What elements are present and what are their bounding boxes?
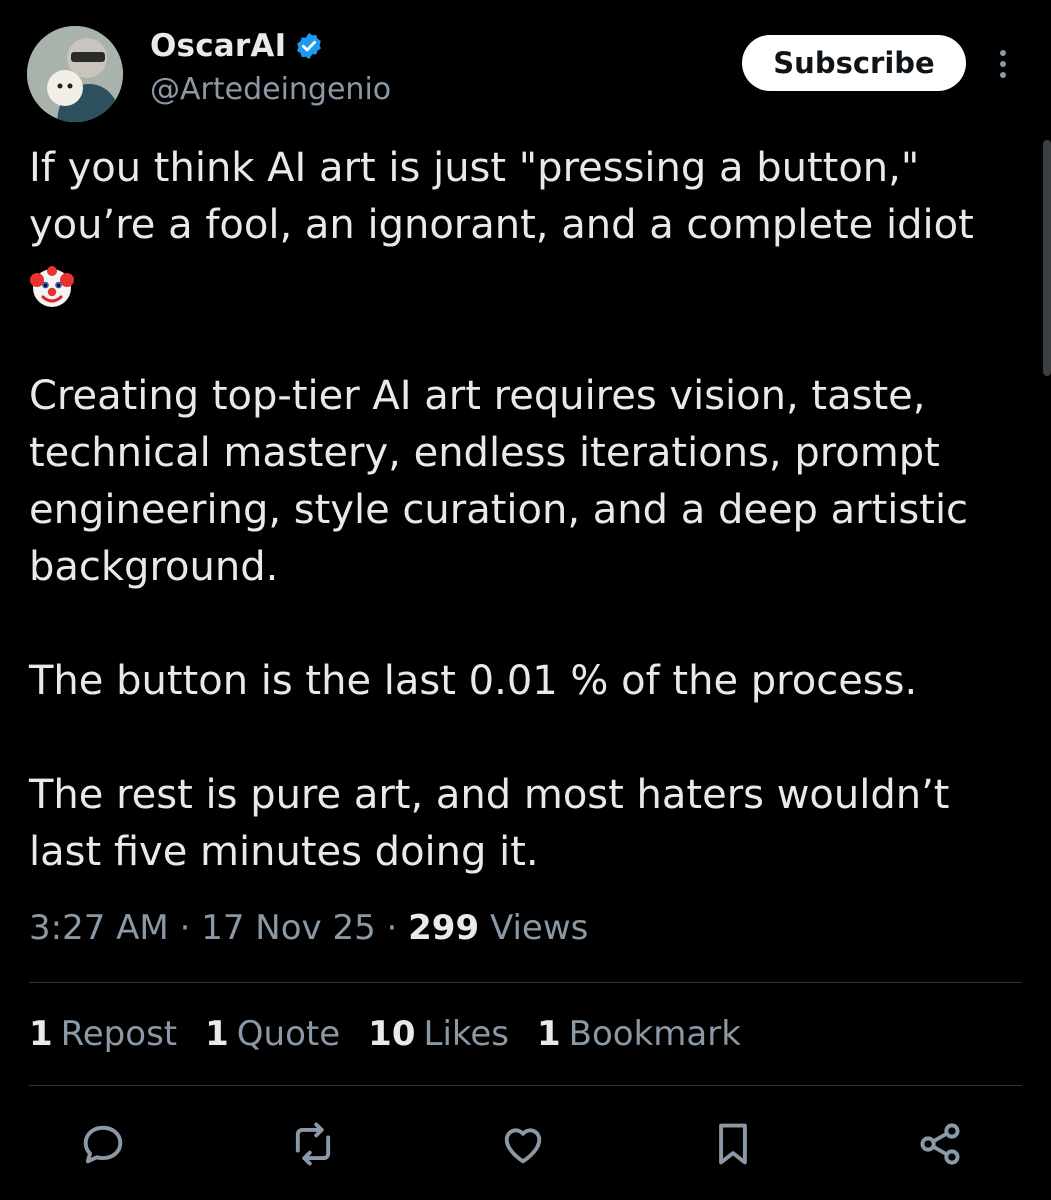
- tweet-text: If you think AI art is just "pressing a …: [29, 140, 1019, 881]
- likes-count: 10: [368, 1014, 416, 1054]
- views-label: Views: [489, 908, 589, 948]
- tweet-meta: 3:27 AM · 17 Nov 25 · 299 Views: [29, 908, 588, 948]
- engagement-stats: 1 Repost 1 Quote 10 Likes 1 Bookmark: [29, 1014, 769, 1054]
- action-bar: [0, 1112, 1051, 1172]
- handle[interactable]: @Artedeingenio: [150, 72, 391, 107]
- divider: [29, 1085, 1022, 1086]
- clown-face-icon: [30, 266, 74, 307]
- likes-stat[interactable]: 10 Likes: [368, 1014, 509, 1054]
- reposts-count: 1: [29, 1014, 53, 1054]
- subscribe-button[interactable]: Subscribe: [742, 35, 966, 91]
- quotes-count: 1: [205, 1014, 229, 1054]
- scrollbar[interactable]: [1043, 140, 1051, 376]
- divider: [29, 982, 1022, 983]
- views-count: 299: [408, 908, 480, 948]
- bookmarks-stat[interactable]: 1 Bookmark: [537, 1014, 741, 1054]
- bookmark-icon[interactable]: [707, 1118, 759, 1170]
- likes-label: Likes: [423, 1014, 510, 1054]
- tweet-line: If you think AI art is just "pressing a …: [29, 145, 920, 191]
- more-vertical-icon[interactable]: [992, 46, 1014, 82]
- avatar[interactable]: [27, 26, 123, 122]
- quotes-stat[interactable]: 1 Quote: [205, 1014, 340, 1054]
- tweet-header: OscarAI @Artedeingenio Subscribe: [0, 0, 1051, 130]
- like-icon[interactable]: [497, 1118, 549, 1170]
- name-row: OscarAI: [150, 28, 324, 64]
- timestamp-date[interactable]: 17 Nov 25: [201, 908, 376, 948]
- bookmarks-label: Bookmark: [568, 1014, 741, 1054]
- timestamp-time[interactable]: 3:27 AM: [29, 908, 169, 948]
- repost-icon[interactable]: [287, 1118, 339, 1170]
- share-icon[interactable]: [914, 1118, 966, 1170]
- quotes-label: Quote: [236, 1014, 341, 1054]
- separator: ·: [179, 908, 191, 948]
- tweet-paragraph: Creating top-tier AI art requires vision…: [29, 373, 969, 590]
- reposts-label: Repost: [60, 1014, 178, 1054]
- reply-icon[interactable]: [77, 1118, 129, 1170]
- bookmarks-count: 1: [537, 1014, 561, 1054]
- emoji-line: [29, 254, 1019, 311]
- reposts-stat[interactable]: 1 Repost: [29, 1014, 177, 1054]
- separator: ·: [386, 908, 398, 948]
- tweet-paragraph: The rest is pure art, and most haters wo…: [29, 772, 950, 875]
- tweet-line: you’re a fool, an ignorant, and a comple…: [29, 202, 974, 248]
- verified-badge-icon: [297, 32, 322, 60]
- avatar-photo: [27, 26, 123, 122]
- tweet-paragraph: The button is the last 0.01 % of the pro…: [29, 658, 918, 704]
- display-name[interactable]: OscarAI: [150, 28, 286, 64]
